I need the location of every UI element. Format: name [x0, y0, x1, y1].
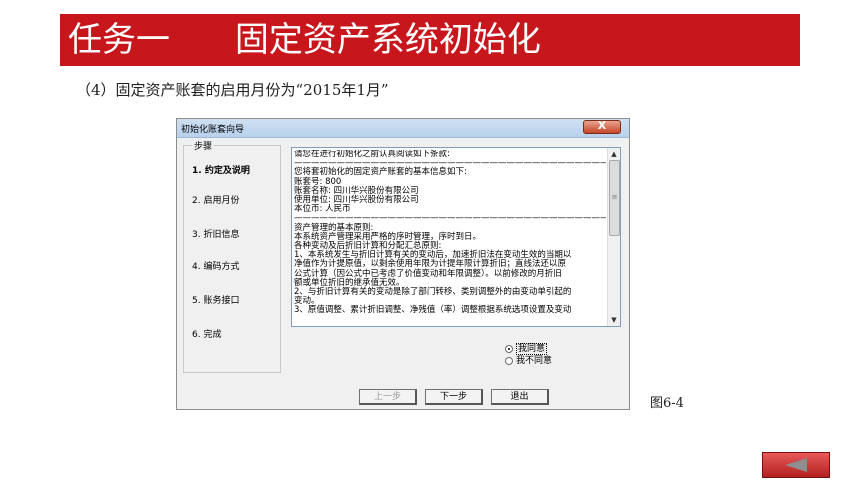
disagree-radio-row[interactable]: 我不同意: [505, 353, 552, 366]
prev-button[interactable]: 上一步: [359, 389, 417, 405]
slide-subtitle: （4）固定资产账套的启用月份为“2015年1月”: [76, 81, 389, 99]
disagree-label: 我不同意: [516, 356, 553, 366]
scroll-thumb[interactable]: ≡: [609, 160, 620, 236]
scroll-down-icon[interactable]: ▼: [608, 314, 620, 326]
slide-title-bar: 任务一 固定资产系统初始化: [60, 14, 800, 66]
agree-radio[interactable]: [505, 344, 513, 353]
dialog-button-bar: 上一步 下一步 退出: [177, 389, 629, 405]
triangle-left-icon: [785, 458, 807, 472]
next-button[interactable]: 下一步: [425, 389, 483, 405]
steps-legend: 步骤: [192, 139, 215, 152]
step-2: 2. 启用月份: [192, 196, 240, 206]
steps-panel: 步骤 1. 约定及说明 2. 启用月份 3. 折旧信息 4. 编码方式 5. 账…: [183, 139, 281, 373]
close-button[interactable]: X: [583, 119, 621, 134]
agreement-scrollbar[interactable]: ▲ ≡ ▼: [607, 148, 620, 326]
grip-icon: ≡: [611, 193, 618, 201]
init-wizard-dialog: 初始化账套向导 X 步骤 1. 约定及说明 2. 启用月份 3. 折旧信息 4.…: [176, 118, 630, 410]
exit-button[interactable]: 退出: [491, 389, 549, 405]
dialog-titlebar: 初始化账套向导 X: [177, 119, 629, 138]
disagree-radio[interactable]: [505, 356, 513, 365]
back-nav-button[interactable]: [762, 452, 830, 478]
step-3: 3. 折旧信息: [192, 230, 240, 240]
step-6: 6. 完成: [192, 330, 222, 340]
step-5: 5. 账务接口: [192, 296, 240, 306]
step-1: 1. 约定及说明: [192, 166, 250, 176]
scroll-up-icon[interactable]: ▲: [608, 148, 620, 160]
figure-label: 图6-4: [650, 396, 684, 411]
slide-title: 任务一 固定资产系统初始化: [68, 20, 541, 60]
dialog-title: 初始化账套向导: [181, 125, 245, 135]
agreement-text: 请您在进行初始化之前认真阅读如下条款: ————————————————————…: [294, 150, 606, 316]
agreement-textarea[interactable]: 请您在进行初始化之前认真阅读如下条款: ————————————————————…: [291, 147, 621, 327]
step-4: 4. 编码方式: [192, 262, 240, 272]
close-icon: X: [597, 119, 607, 132]
